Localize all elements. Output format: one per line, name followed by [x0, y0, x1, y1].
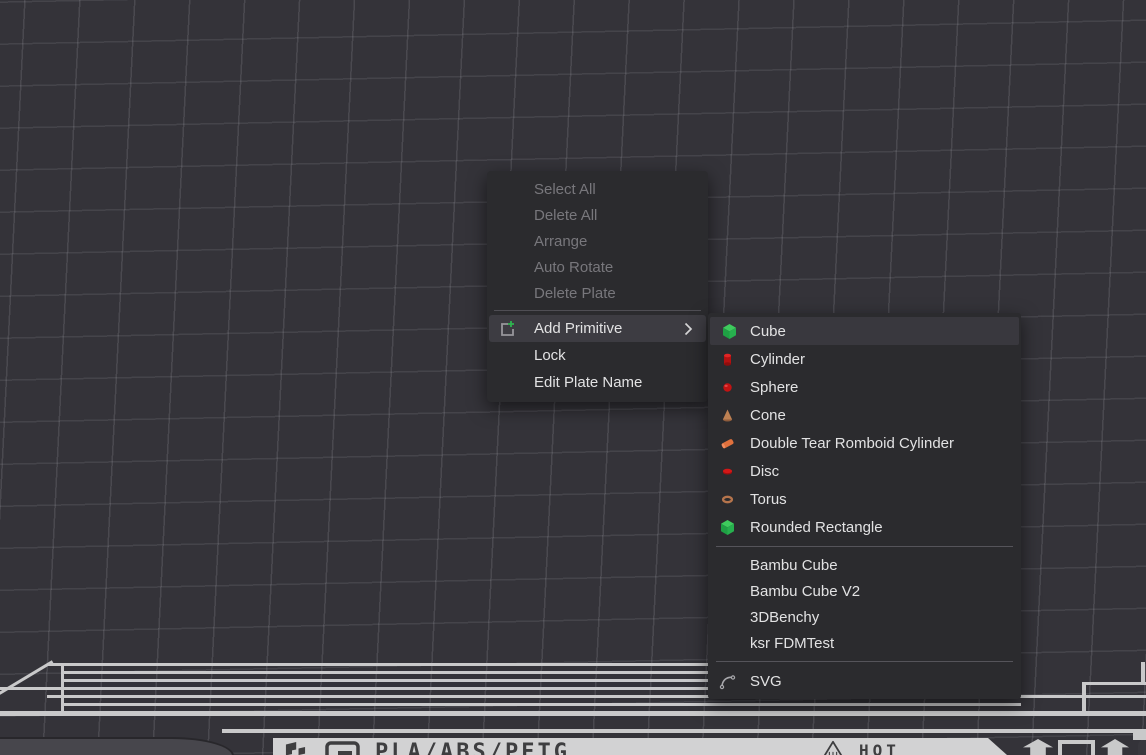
submenu-item-double-tear-romboid-cylinder[interactable]: Double Tear Romboid Cylinder: [708, 429, 1021, 457]
menu-item-label: Delete All: [534, 207, 597, 224]
torus-icon: [718, 490, 736, 508]
menu-item-delete-plate[interactable]: Delete Plate: [487, 280, 708, 306]
build-plate-front-label: PLA/ABS/PETG HOT: [273, 738, 1007, 755]
submenu-item-label: Bambu Cube V2: [750, 583, 860, 600]
add-primitive-icon: [498, 320, 516, 338]
submenu-item-bambu-cube[interactable]: Bambu Cube: [708, 552, 1021, 578]
menu-item-label: Add Primitive: [534, 320, 622, 337]
cylinder-icon: [718, 350, 736, 368]
submenu-item-label: Torus: [750, 491, 787, 508]
menu-item-label: Edit Plate Name: [534, 374, 642, 391]
3d-viewport[interactable]: PLA/ABS/PETG HOT Select All Delete All A…: [0, 0, 1146, 755]
submenu-item-cylinder[interactable]: Cylinder: [708, 345, 1021, 373]
submenu-item-svg[interactable]: SVG: [708, 667, 1021, 695]
submenu-separator: [716, 546, 1013, 547]
submenu-item-label: 3DBenchy: [750, 609, 819, 626]
plate-hot-label: HOT: [859, 741, 900, 755]
submenu-item-label: Double Tear Romboid Cylinder: [750, 435, 954, 452]
plate-square-icon: [325, 741, 361, 755]
menu-item-label: Select All: [534, 181, 596, 198]
menu-item-label: Auto Rotate: [534, 259, 613, 276]
submenu-item-bambu-cube-v2[interactable]: Bambu Cube V2: [708, 578, 1021, 604]
menu-item-edit-plate-name[interactable]: Edit Plate Name: [487, 369, 708, 396]
plate-front-square-icon: [1058, 740, 1095, 755]
submenu-separator: [716, 661, 1013, 662]
submenu-item-sphere[interactable]: Sphere: [708, 373, 1021, 401]
menu-item-select-all[interactable]: Select All: [487, 176, 708, 202]
submenu-item-3dbenchy[interactable]: 3DBenchy: [708, 604, 1021, 630]
bambu-logo-icon: [285, 741, 313, 755]
menu-item-delete-all[interactable]: Delete All: [487, 202, 708, 228]
menu-item-add-primitive[interactable]: Add Primitive: [489, 315, 706, 342]
bed-corner-right: [1138, 740, 1146, 755]
menu-item-label: Lock: [534, 347, 566, 364]
submenu-item-label: Cone: [750, 407, 786, 424]
disc-icon: [718, 462, 736, 480]
romboid-cylinder-icon: [718, 434, 736, 452]
menu-item-label: Arrange: [534, 233, 587, 250]
chevron-right-icon: [684, 322, 693, 336]
menu-item-arrange[interactable]: Arrange: [487, 228, 708, 254]
submenu-item-rounded-rectangle[interactable]: Rounded Rectangle: [708, 513, 1021, 541]
submenu-item-label: Bambu Cube: [750, 557, 838, 574]
warning-triangle-icon: [821, 740, 845, 755]
submenu-item-cube[interactable]: Cube: [710, 317, 1019, 345]
rounded-rectangle-icon: [718, 518, 736, 536]
submenu-item-disc[interactable]: Disc: [708, 457, 1021, 485]
submenu-item-label: Cube: [750, 323, 786, 340]
submenu-item-label: Disc: [750, 463, 779, 480]
menu-item-label: Delete Plate: [534, 285, 616, 302]
sphere-icon: [718, 378, 736, 396]
context-menu: Select All Delete All Arrange Auto Rotat…: [487, 171, 708, 402]
menu-item-lock[interactable]: Lock: [487, 342, 708, 369]
submenu-item-ksr-fdmtest[interactable]: ksr FDMTest: [708, 630, 1021, 656]
submenu-item-label: Rounded Rectangle: [750, 519, 883, 536]
menu-separator: [494, 310, 701, 311]
submenu-item-torus[interactable]: Torus: [708, 485, 1021, 513]
plate-material-label: PLA/ABS/PETG: [375, 740, 570, 755]
submenu-item-label: SVG: [750, 673, 782, 690]
submenu-item-label: Cylinder: [750, 351, 805, 368]
menu-item-auto-rotate[interactable]: Auto Rotate: [487, 254, 708, 280]
bed-corner-left: [0, 737, 234, 755]
submenu-item-label: Sphere: [750, 379, 798, 396]
cone-icon: [718, 406, 736, 424]
cube-icon: [720, 322, 738, 340]
svg-curve-icon: [718, 672, 736, 690]
submenu-item-cone[interactable]: Cone: [708, 401, 1021, 429]
submenu-item-label: ksr FDMTest: [750, 635, 834, 652]
add-primitive-submenu: Cube Cylinder Sphere: [708, 313, 1021, 699]
